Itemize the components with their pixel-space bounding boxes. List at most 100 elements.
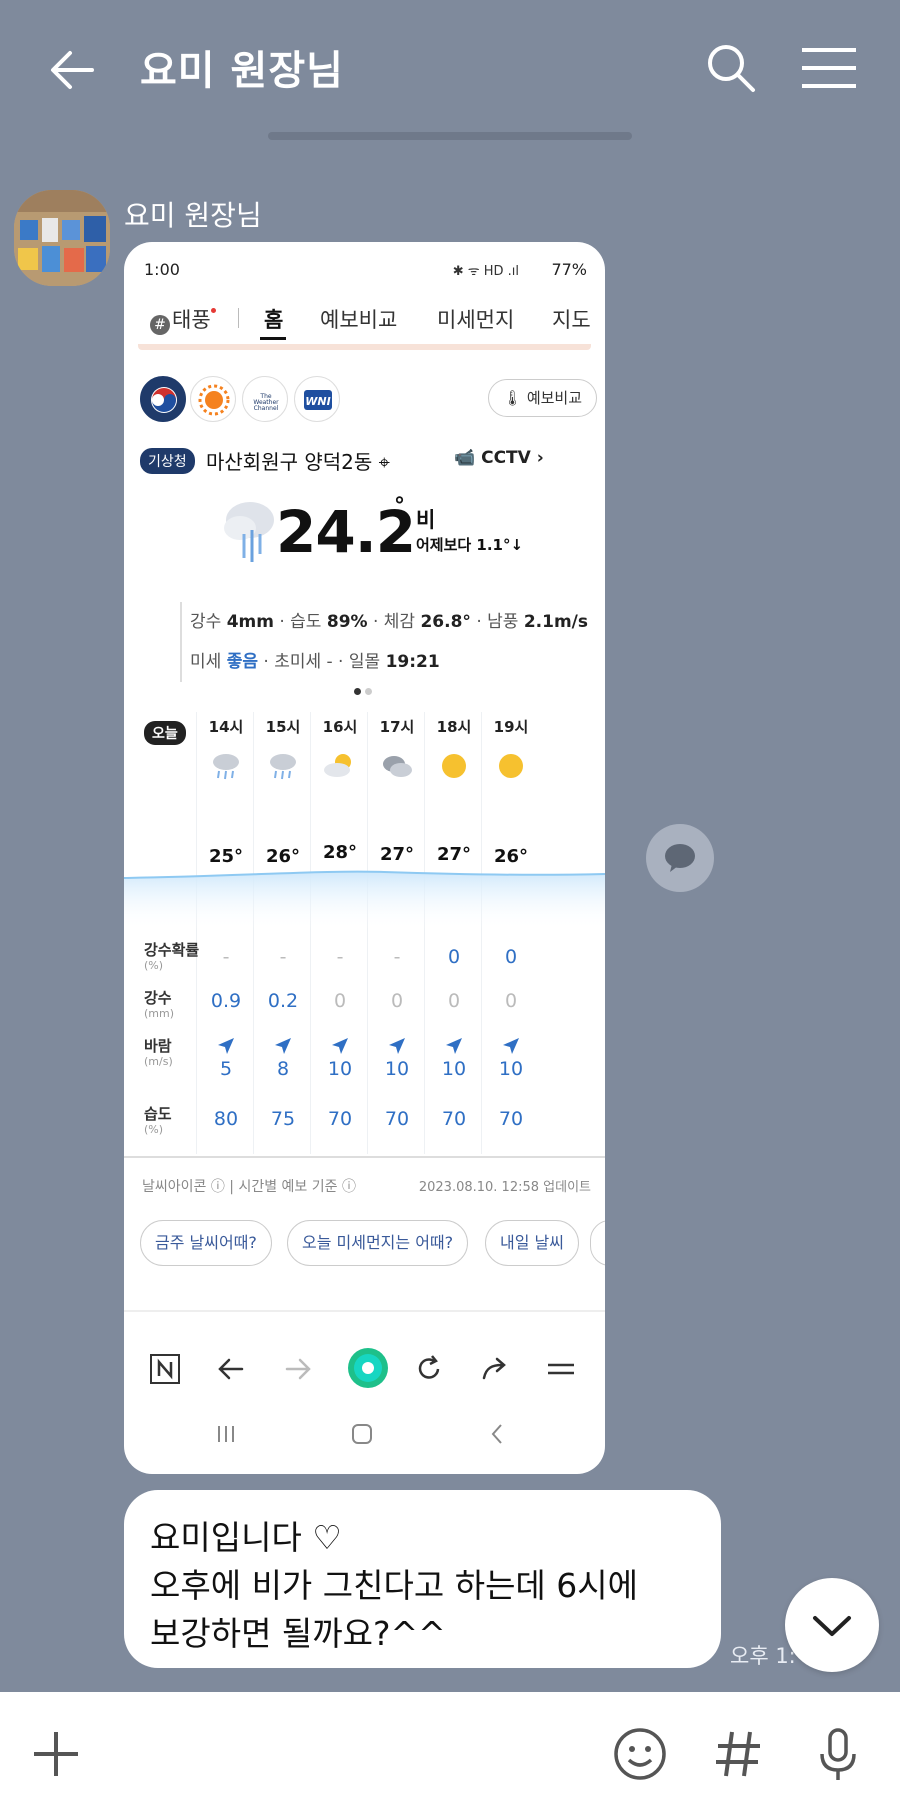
hour-column-divider: [310, 712, 311, 1154]
hamburger-menu-icon[interactable]: [800, 44, 858, 92]
rain-cloud-icon: [224, 502, 274, 562]
tab-home[interactable]: 홈: [264, 304, 283, 334]
chat-title: 요미 원장님: [140, 48, 344, 94]
hour-temperature: 26°: [265, 846, 301, 867]
browser-menu-icon[interactable]: [544, 1352, 578, 1386]
current-condition: 비: [416, 508, 436, 532]
suggest-chip-week[interactable]: 금주 날씨어때?: [140, 1220, 272, 1266]
hour-column: 18시: [426, 716, 482, 781]
green-dot-home-icon[interactable]: [346, 1346, 390, 1390]
sun-icon: [494, 751, 528, 781]
sunset-time: 19:21: [385, 652, 440, 672]
humid-value: 70: [441, 1108, 467, 1130]
hour-column: 14시: [198, 716, 254, 781]
sun-icon: [437, 751, 471, 781]
weather-channel-icon[interactable]: The Weather Channel: [242, 376, 288, 422]
plus-icon[interactable]: [24, 1722, 88, 1786]
microphone-icon[interactable]: [806, 1722, 870, 1786]
prob-value: -: [336, 946, 344, 968]
precip-value: 0.9: [210, 990, 242, 1012]
tab-divider: [238, 308, 239, 328]
wind-direction-icon: [198, 1036, 254, 1060]
cctv-link[interactable]: 📹 CCTV ›: [454, 448, 544, 468]
system-back-icon[interactable]: [486, 1422, 510, 1446]
precip-value: 0: [504, 990, 518, 1012]
forecast-footnote[interactable]: 날씨아이콘 ⓘ | 시간별 예보 기준 ⓘ: [142, 1176, 356, 1196]
wind-direction-icon: [312, 1036, 368, 1060]
wind-direction-icon: [483, 1036, 539, 1060]
home-icon[interactable]: [350, 1422, 374, 1446]
svg-text:WNI: WNI: [305, 395, 330, 408]
thermometer-icon: 🌡: [503, 389, 523, 407]
precip-value: 0: [390, 990, 404, 1012]
weather-details: 강수 4mm · 습도 89% · 체감 26.8° · 남풍 2.1m/s 미…: [180, 602, 588, 682]
source-badge: 기상청: [140, 448, 195, 474]
precip-value: 0: [333, 990, 347, 1012]
sun-cloud-icon: [323, 751, 357, 781]
battery-level: 77%: [551, 260, 587, 279]
wni-source-icon[interactable]: WNI: [294, 376, 340, 422]
comment-bubble-icon[interactable]: [646, 824, 714, 892]
avatar[interactable]: [14, 190, 110, 286]
tab-forecast-compare[interactable]: 예보비교: [320, 304, 397, 334]
new-dot-icon: [210, 308, 216, 313]
scroll-indicator: [268, 132, 632, 140]
hour-label: 19시: [493, 718, 529, 736]
section-divider: [124, 1156, 605, 1158]
kma-source-icon[interactable]: [140, 376, 186, 422]
hour-label: 14시: [208, 718, 244, 736]
hashtag-icon[interactable]: [706, 1722, 770, 1786]
refresh-icon[interactable]: [412, 1352, 446, 1386]
location-row: 기상청 마산회원구 양덕2동 ⌖ 📹 CCTV ›: [140, 446, 600, 476]
prob-value: 0: [447, 946, 461, 968]
wind-value: 5: [219, 1058, 233, 1080]
crosshair-icon[interactable]: ⌖: [379, 450, 390, 474]
humid-value: 75: [270, 1108, 296, 1130]
active-tab-indicator: [260, 337, 286, 340]
svg-text:Channel: Channel: [254, 405, 279, 412]
recents-icon[interactable]: [214, 1422, 238, 1446]
hour-column: 16시: [312, 716, 368, 781]
suggest-chip-tomorrow[interactable]: 내일 날씨: [485, 1220, 579, 1266]
search-icon[interactable]: [705, 42, 757, 94]
hour-temperature: 28°: [322, 842, 358, 863]
message-bubble[interactable]: 요미입니다 ♡ 오후에 비가 그친다고 하는데 6시에 보강하면 될까요?^^: [124, 1490, 721, 1668]
sun-source-icon[interactable]: [190, 376, 236, 422]
suggest-chip-dust[interactable]: 오늘 미세먼지는 어때?: [287, 1220, 469, 1266]
hour-temperature: 26°: [493, 846, 529, 867]
sender-name: 요미 원장님: [124, 199, 262, 232]
forecast-compare-button[interactable]: 🌡 예보비교: [488, 379, 598, 417]
today-badge: 오늘: [144, 721, 186, 745]
humid-value: 70: [498, 1108, 524, 1130]
hour-column-divider: [253, 712, 254, 1154]
browser-forward-icon[interactable]: [281, 1352, 315, 1386]
rain-amount: 4mm: [226, 612, 274, 632]
suggest-chip-more[interactable]: [590, 1220, 605, 1266]
shared-screenshot-image[interactable]: 1:00 ✱ ᯤ HD .ıl 77% # 태풍 홈 예보비교 미세먼지 지도 T…: [124, 242, 605, 1474]
hour-temperature: 25°: [208, 846, 244, 867]
naver-n-icon[interactable]: [148, 1352, 182, 1386]
section-divider: [124, 1310, 605, 1312]
tab-typhoon[interactable]: # 태풍: [150, 304, 216, 335]
back-arrow-icon[interactable]: [44, 40, 104, 100]
tab-map[interactable]: 지도: [552, 304, 591, 334]
emoji-icon[interactable]: [608, 1722, 672, 1786]
wind-speed: 2.1m/s: [523, 612, 588, 632]
phone-status-bar: 1:00 ✱ ᯤ HD .ıl 77%: [124, 242, 605, 294]
browser-back-icon[interactable]: [214, 1352, 248, 1386]
scroll-down-button[interactable]: [785, 1578, 879, 1672]
message-line: 보강하면 될까요?^^: [150, 1614, 446, 1653]
vs-yesterday: 어제보다 1.1°↓: [416, 536, 524, 554]
location-name[interactable]: 마산회원구 양덕2동 ⌖: [206, 446, 390, 475]
tab-fine-dust[interactable]: 미세먼지: [437, 304, 514, 334]
wind-value: 10: [441, 1058, 467, 1080]
share-icon[interactable]: [478, 1352, 512, 1386]
camera-icon: 📹: [454, 448, 476, 468]
row-label-humidity: 습도 (%): [144, 1105, 172, 1136]
hour-column: 17시: [369, 716, 425, 781]
cloud-icon: [380, 751, 414, 781]
hour-label: 18시: [436, 718, 472, 736]
status-time: 1:00: [144, 260, 180, 279]
wind-value: 10: [498, 1058, 524, 1080]
degree-sign: °: [394, 494, 405, 519]
